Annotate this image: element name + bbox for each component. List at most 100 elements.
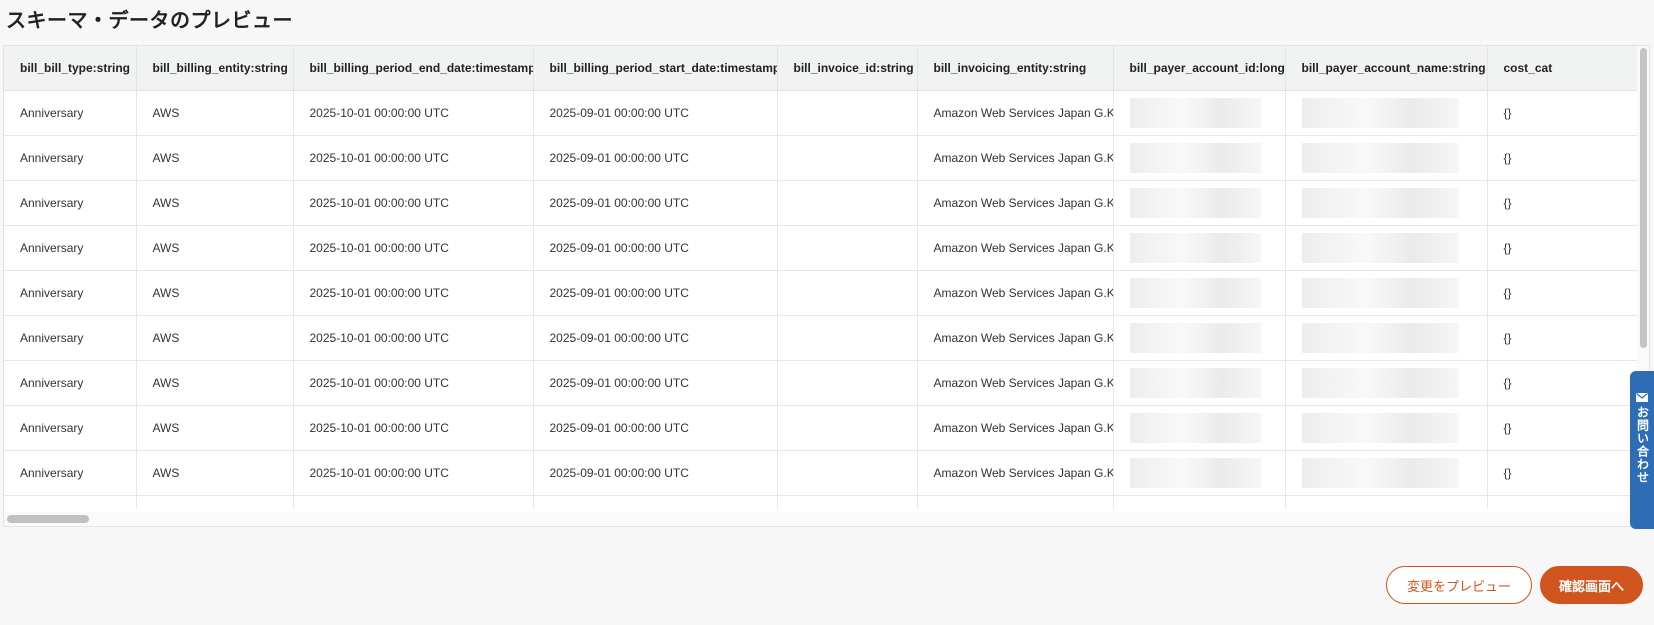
masked-cell [1113,360,1286,406]
table-cell: AWS [136,270,294,316]
table-row: Anniversary AWS 2025-10-01 00:00:00 UTC 202… [4,180,1637,226]
table-cell: {} [1487,315,1637,361]
page-title: スキーマ・データのプレビュー [6,8,293,32]
table-cell: Anniversary [4,405,137,451]
column-header: bill_billing_period_end_date:timestamp [293,46,534,91]
table-row: Anniversary AWS 2025-10-01 00:00:00 UTC 202… [4,450,1637,496]
table-row: Anniversary AWS 2025-10-01 00:00:00 UTC 202… [4,135,1637,181]
column-header: bill_payer_account_name:string [1285,46,1488,91]
table-cell: {} [1487,225,1637,271]
vertical-scrollbar-thumb[interactable] [1640,48,1647,348]
table-row: Anniversary AWS 2025-10-01 00:00:00 UTC 202… [4,360,1637,406]
table-row: Anniversary AWS 2025-10-01 00:00:00 UTC 202… [4,315,1637,361]
table-cell: AWS [136,315,294,361]
table-cell: AWS [136,90,294,136]
table-cell: {} [1487,135,1637,181]
table-cell [1487,495,1637,509]
masked-cell [1113,90,1286,136]
masked-cell [1113,270,1286,316]
table-cell: Anniversary [4,225,137,271]
preview-changes-button[interactable]: 変更をプレビュー [1386,566,1532,604]
masked-cell [1285,180,1488,226]
redaction-mask [1129,98,1262,128]
masked-cell [1113,315,1286,361]
redaction-mask [1301,188,1459,218]
table-cell [136,495,294,509]
table-row-partial [4,495,1637,509]
table-row: Anniversary AWS 2025-10-01 00:00:00 UTC 202… [4,405,1637,451]
table-cell: 2025-09-01 00:00:00 UTC [533,405,778,451]
table-cell: {} [1487,405,1637,451]
table-cell [777,270,918,316]
table-cell: 2025-10-01 00:00:00 UTC [293,405,534,451]
table-cell: {} [1487,360,1637,406]
horizontal-scrollbar-thumb[interactable] [7,515,89,523]
schema-data-preview-panel: bill_bill_type:string bill_billing_entity… [3,45,1650,527]
table-scroll-area[interactable]: bill_bill_type:string bill_billing_entity… [4,46,1637,509]
table-cell: 2025-09-01 00:00:00 UTC [533,90,778,136]
table-cell [1285,495,1488,509]
table-cell: Anniversary [4,180,137,226]
table-cell: Amazon Web Services Japan G.K. [917,405,1114,451]
redaction-mask [1301,458,1459,488]
table-cell: 2025-10-01 00:00:00 UTC [293,180,534,226]
masked-cell [1113,180,1286,226]
masked-cell [1113,450,1286,496]
table-cell [777,360,918,406]
table-cell: Anniversary [4,270,137,316]
column-header: cost_cat [1487,46,1637,91]
table-cell: Anniversary [4,450,137,496]
table-cell: {} [1487,270,1637,316]
table-row: Anniversary AWS 2025-10-01 00:00:00 UTC 202… [4,270,1637,316]
masked-cell [1113,135,1286,181]
redaction-mask [1301,143,1459,173]
column-header: bill_billing_entity:string [136,46,294,91]
table-cell [777,495,918,509]
masked-cell [1285,450,1488,496]
table-cell: Amazon Web Services Japan G.K. [917,315,1114,361]
redaction-mask [1129,368,1262,398]
redaction-mask [1129,233,1262,263]
masked-cell [1285,90,1488,136]
redaction-mask [1301,233,1459,263]
table-cell: AWS [136,405,294,451]
table-cell: Anniversary [4,315,137,361]
table-cell: {} [1487,90,1637,136]
column-header: bill_invoice_id:string [777,46,918,91]
table-cell [293,495,534,509]
table-cell: Amazon Web Services Japan G.K. [917,90,1114,136]
table-header-row: bill_bill_type:string bill_billing_entity… [4,46,1637,91]
table-cell: 2025-09-01 00:00:00 UTC [533,315,778,361]
horizontal-scrollbar[interactable] [4,512,1649,526]
masked-cell [1113,405,1286,451]
table-cell: 2025-10-01 00:00:00 UTC [293,360,534,406]
masked-cell [1285,315,1488,361]
table-cell [4,495,137,509]
table-cell: Anniversary [4,135,137,181]
table-cell: AWS [136,360,294,406]
masked-cell [1285,405,1488,451]
table-cell: 2025-09-01 00:00:00 UTC [533,270,778,316]
table-cell: 2025-10-01 00:00:00 UTC [293,315,534,361]
table-cell [917,495,1114,509]
mail-icon [1636,393,1648,402]
redaction-mask [1301,323,1459,353]
table-row: Anniversary AWS 2025-10-01 00:00:00 UTC 202… [4,90,1637,136]
table-cell: AWS [136,450,294,496]
redaction-mask [1301,98,1459,128]
redaction-mask [1129,278,1262,308]
table-cell: Amazon Web Services Japan G.K. [917,270,1114,316]
table-cell [533,495,778,509]
table-cell: 2025-10-01 00:00:00 UTC [293,135,534,181]
table-cell: Amazon Web Services Japan G.K. [917,360,1114,406]
contact-tab-label: お問い合わせ [1635,406,1650,484]
masked-cell [1113,225,1286,271]
go-to-confirmation-button[interactable]: 確認画面へ [1540,566,1643,604]
table-cell [777,315,918,361]
table-cell: 2025-09-01 00:00:00 UTC [533,180,778,226]
table-cell [1113,495,1286,509]
table-cell: Amazon Web Services Japan G.K. [917,225,1114,271]
contact-tab[interactable]: お問い合わせ [1630,371,1654,529]
table-cell: 2025-10-01 00:00:00 UTC [293,225,534,271]
table-cell: 2025-09-01 00:00:00 UTC [533,135,778,181]
